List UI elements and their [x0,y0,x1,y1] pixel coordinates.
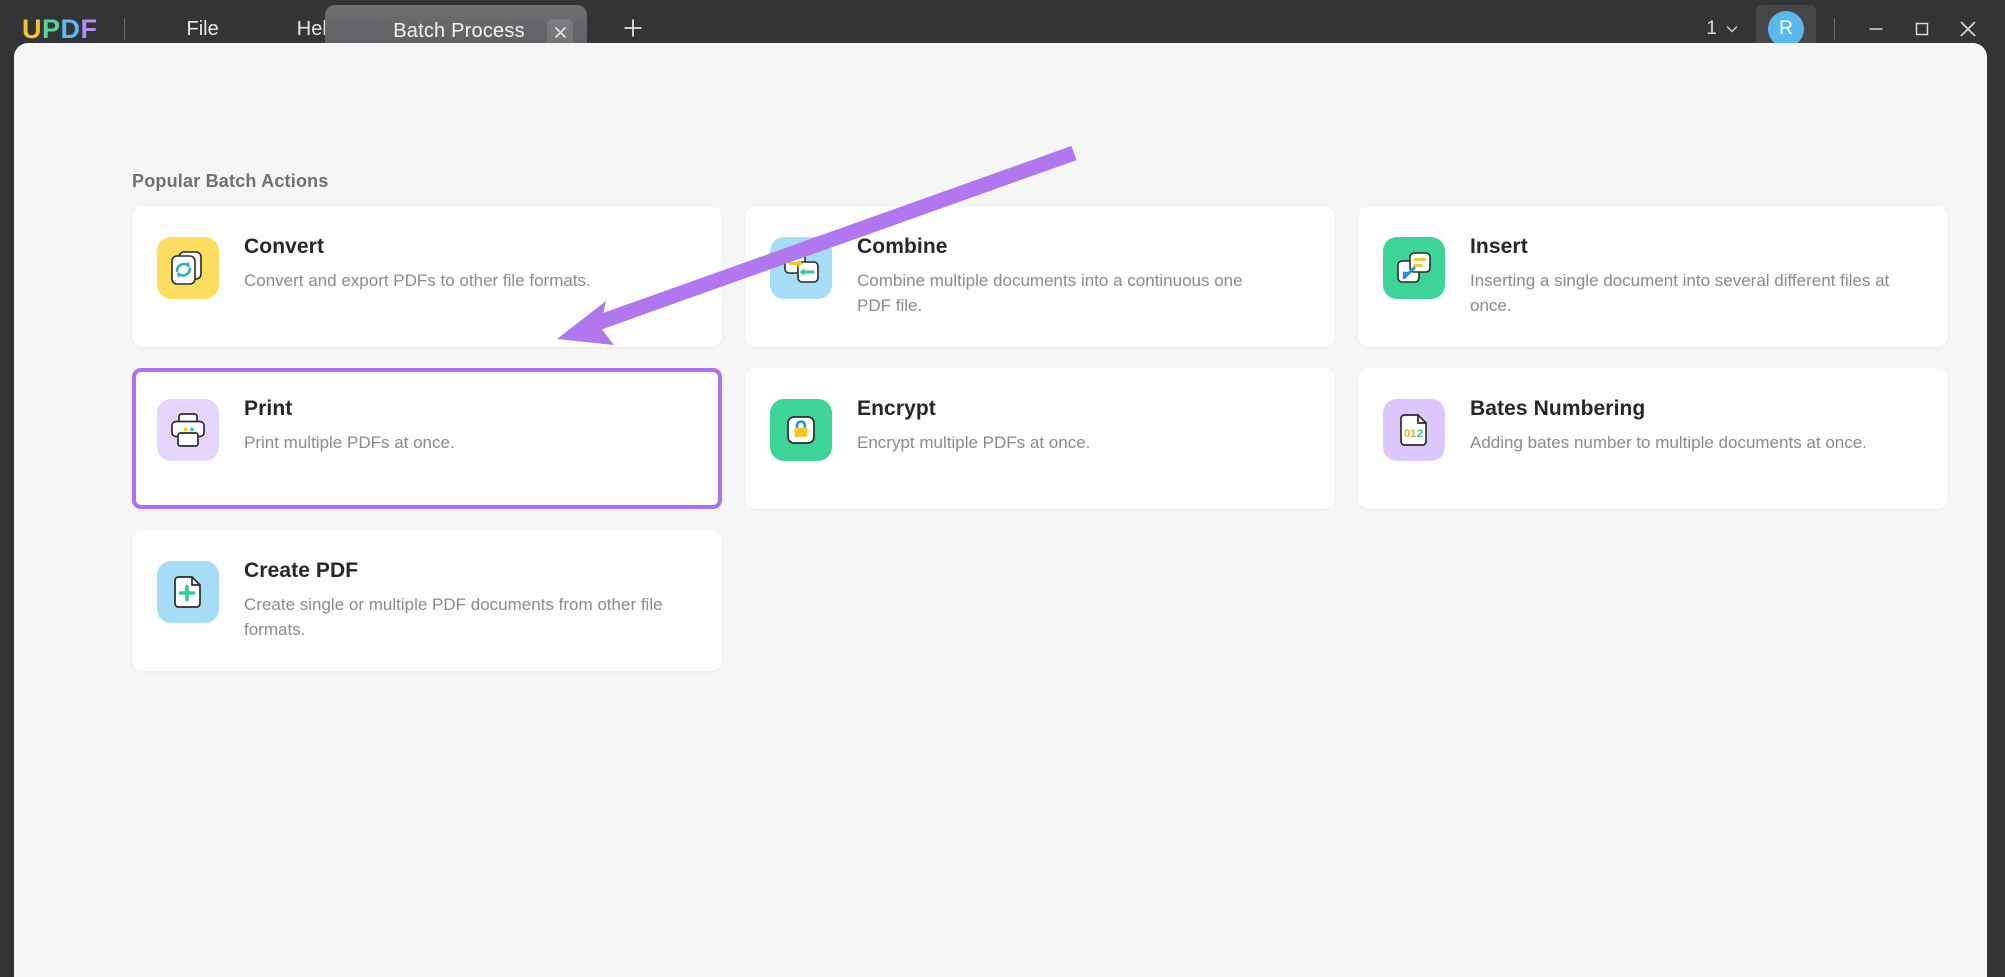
tab-label: Batch Process [393,20,525,43]
page-title: Popular Batch Actions [132,171,329,192]
logo-letter-u: U [22,14,42,45]
card-description: Convert and export PDFs to other file fo… [244,269,591,294]
card-title: Insert [1470,235,1890,258]
printer-icon-glyph [167,409,209,451]
batch-action-card-bates-numbering[interactable]: 01 2 Bates Numbering Adding bates number… [1358,368,1948,509]
maximize-icon [1912,19,1932,39]
insert-icon-glyph [1393,247,1435,289]
batch-actions-grid: Convert Convert and export PDFs to other… [132,206,1902,671]
plus-icon [621,16,645,40]
card-title: Print [244,397,455,420]
card-text: Convert Convert and export PDFs to other… [244,234,591,294]
card-description: Encrypt multiple PDFs at once. [857,431,1090,456]
card-text: Bates Numbering Adding bates number to m… [1470,396,1867,456]
card-text: Print Print multiple PDFs at once. [244,396,455,456]
insert-icon [1383,237,1445,299]
close-icon [1957,18,1979,40]
titlebar-separator [1834,18,1835,40]
card-text: Encrypt Encrypt multiple PDFs at once. [857,396,1090,456]
card-title: Encrypt [857,397,1090,420]
combine-icon-glyph [780,247,822,289]
chevron-down-icon [1724,21,1740,37]
card-text: Combine Combine multiple documents into … [857,234,1277,318]
avatar: R [1768,11,1804,47]
batch-action-card-insert[interactable]: Insert Inserting a single document into … [1358,206,1948,347]
logo-letter-f: F [81,14,98,45]
close-icon-glyph [553,25,568,40]
card-title: Combine [857,235,1277,258]
batch-action-card-create-pdf[interactable]: Create PDF Create single or multiple PDF… [132,530,722,671]
card-description: Print multiple PDFs at once. [244,431,455,456]
card-description: Inserting a single document into several… [1470,269,1890,318]
batch-action-card-combine[interactable]: Combine Combine multiple documents into … [745,206,1335,347]
card-text: Create PDF Create single or multiple PDF… [244,558,664,642]
batch-action-card-encrypt[interactable]: Encrypt Encrypt multiple PDFs at once. [745,368,1335,509]
updf-logo: U P D F [22,14,98,45]
batch-action-card-convert[interactable]: Convert Convert and export PDFs to other… [132,206,722,347]
create-pdf-icon-glyph [167,571,209,613]
printer-icon [157,399,219,461]
card-text: Insert Inserting a single document into … [1470,234,1890,318]
card-title: Convert [244,235,591,258]
combine-icon [770,237,832,299]
card-description: Create single or multiple PDF documents … [244,593,664,642]
svg-text:2: 2 [1417,428,1423,440]
page-count-value: 1 [1706,18,1717,40]
convert-icon-glyph [167,247,209,289]
card-description: Adding bates number to multiple document… [1470,431,1867,456]
svg-text:01: 01 [1404,428,1416,440]
card-description: Combine multiple documents into a contin… [857,269,1277,318]
card-title: Bates Numbering [1470,397,1867,420]
logo-letter-p: P [42,14,61,45]
lock-icon [770,399,832,461]
new-tab-button[interactable] [613,8,653,48]
minimize-icon [1866,19,1886,39]
bates-number-icon-glyph: 01 2 [1393,409,1435,451]
titlebar-divider [124,18,125,40]
logo-letter-d: D [61,14,81,45]
card-title: Create PDF [244,559,664,582]
batch-action-card-print[interactable]: Print Print multiple PDFs at once. [132,368,722,509]
convert-icon [157,237,219,299]
close-icon[interactable] [547,19,573,45]
updf-window: U P D F File Help Batch Process 1 [0,0,2005,977]
page-count-dropdown[interactable]: 1 [1706,18,1740,40]
lock-icon-glyph [780,409,822,451]
batch-process-panel: Popular Batch Actions Convert Co [14,43,1987,977]
create-pdf-icon [157,561,219,623]
menu-file[interactable]: File [171,12,235,47]
bates-number-icon: 01 2 [1383,399,1445,461]
